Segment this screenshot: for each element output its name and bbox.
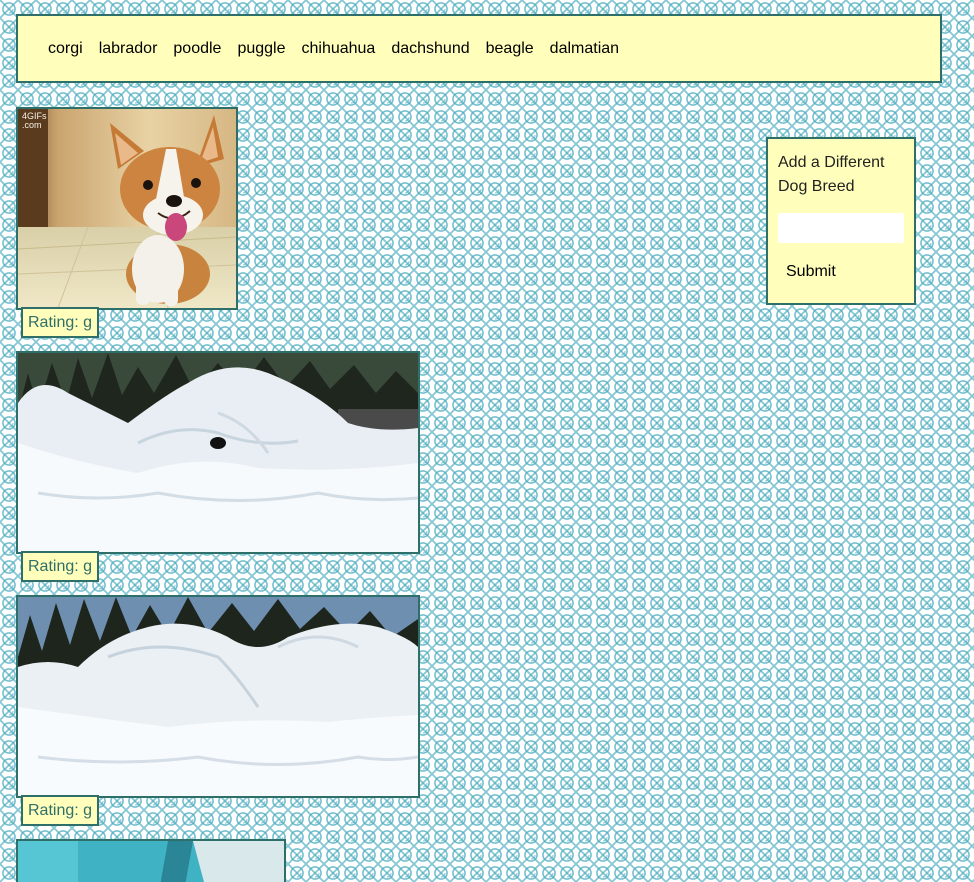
breed-button-beagle[interactable]: beagle: [478, 35, 542, 63]
breed-button-dachshund[interactable]: dachshund: [383, 35, 477, 63]
breed-button-puggle[interactable]: puggle: [229, 35, 293, 63]
dog-gif-illustration: [18, 841, 284, 882]
breed-button-bar: corgi labrador poodle puggle chihuahua d…: [16, 14, 942, 83]
gif-card: [16, 839, 286, 882]
gif-card: 4GIFs .com Rating: g: [16, 107, 238, 338]
gif-watermark: 4GIFs .com: [22, 112, 47, 130]
submit-button[interactable]: Submit: [778, 261, 844, 283]
breed-button-dalmatian[interactable]: dalmatian: [542, 35, 627, 63]
dog-gif-image[interactable]: 4GIFs .com: [16, 107, 238, 310]
gif-card: Rating: g: [16, 351, 420, 582]
rating-badge: Rating: g: [21, 307, 100, 338]
breed-button-poodle[interactable]: poodle: [165, 35, 229, 63]
dog-gif-image[interactable]: [16, 351, 420, 554]
add-breed-label: Add a Different Dog Breed: [778, 154, 885, 195]
gif-card: Rating: g: [16, 595, 420, 826]
breed-button-chihuahua[interactable]: chihuahua: [293, 35, 383, 63]
breed-button-corgi[interactable]: corgi: [40, 35, 91, 63]
breed-button-labrador[interactable]: labrador: [91, 35, 166, 63]
add-breed-form: Add a Different Dog Breed Submit: [766, 137, 916, 305]
rating-badge: Rating: g: [21, 795, 100, 826]
watermark-line: .com: [22, 120, 42, 130]
snow-gif-illustration: [18, 597, 418, 796]
dog-gif-image[interactable]: [16, 595, 420, 798]
dog-gif-image[interactable]: [16, 839, 286, 882]
corgi-gif-illustration: [18, 109, 236, 308]
breed-input[interactable]: [778, 213, 904, 243]
rating-badge: Rating: g: [21, 551, 100, 582]
snow-gif-illustration: [18, 353, 418, 552]
